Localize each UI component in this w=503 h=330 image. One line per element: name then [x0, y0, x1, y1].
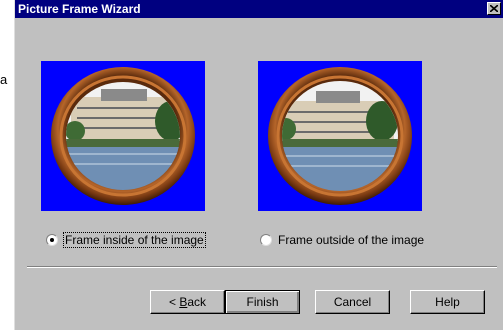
finish-button[interactable]: Finish	[225, 290, 300, 314]
preview-frame-inside[interactable]	[41, 61, 205, 211]
back-button[interactable]: < Back	[150, 290, 225, 314]
cancel-button[interactable]: Cancel	[315, 290, 390, 314]
option-frame-inside[interactable]: Frame inside of the image	[46, 231, 206, 249]
separator	[27, 266, 497, 268]
close-button[interactable]	[487, 2, 501, 15]
option-frame-outside-label[interactable]: Frame outside of the image	[278, 233, 424, 247]
preview-frame-outside[interactable]	[258, 61, 422, 211]
title-bar[interactable]: Picture Frame Wizard	[15, 0, 503, 18]
window-title: Picture Frame Wizard	[18, 2, 141, 16]
close-icon	[490, 5, 498, 12]
help-button[interactable]: Help	[410, 290, 485, 314]
frame-inside-image	[41, 61, 205, 211]
back-rest: ack	[187, 295, 207, 309]
option-frame-outside[interactable]: Frame outside of the image	[260, 231, 424, 249]
radio-frame-outside[interactable]	[260, 234, 272, 246]
radio-frame-inside[interactable]	[46, 234, 58, 246]
frame-outside-image	[258, 61, 422, 211]
back-prefix: <	[168, 295, 180, 309]
wizard-dialog: Picture Frame Wizard Frame inside of the…	[14, 0, 503, 330]
background-text-fragment: a	[0, 72, 8, 87]
option-frame-inside-label[interactable]: Frame inside of the image	[63, 232, 206, 248]
